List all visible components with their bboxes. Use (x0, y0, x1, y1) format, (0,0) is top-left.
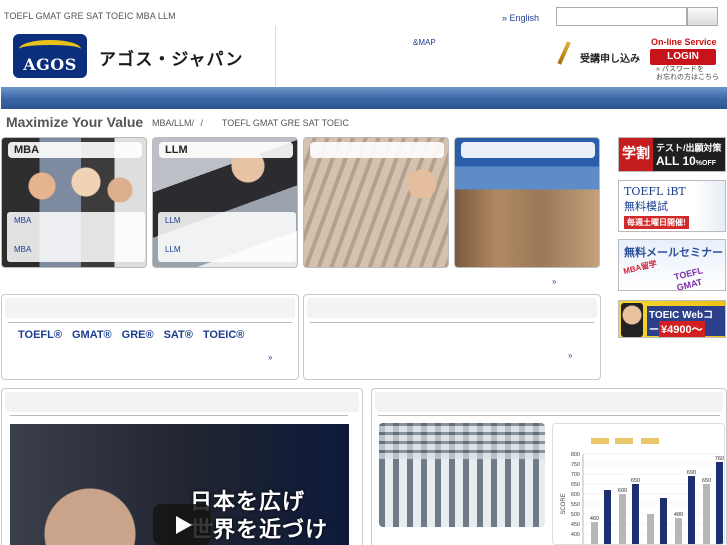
feature-title: MBA (8, 142, 142, 158)
breadcrumb: MBA/LLM/ / TOEFL GMAT GRE SAT TOEIC (152, 118, 349, 128)
apply-link[interactable]: 受講申し込み (562, 42, 640, 72)
feature-title (310, 142, 444, 158)
apply-label: 受講申し込み (580, 53, 640, 65)
more-arrow[interactable]: » (568, 351, 572, 360)
bar-value-label: 460 (590, 516, 599, 522)
feature-title: LLM (159, 142, 293, 158)
exam-link-toeic[interactable]: TOEIC® (203, 329, 245, 341)
bar-value-label: 650 (702, 478, 711, 484)
score-chart[interactable]: SCORE 400 450 500 550 600 650 700 750 800 460 600 48… (552, 423, 725, 545)
exam-panel: TOEFL® GMAT® GRE® SAT® TOEIC® » (1, 294, 299, 380)
bar (703, 484, 710, 544)
person-photo (621, 303, 643, 337)
breadcrumb-item[interactable]: MBA/LLM/ (152, 118, 194, 128)
pencil-icon (562, 42, 576, 72)
exam-link-gmat[interactable]: GMAT® (72, 329, 112, 341)
logo-text: AGOS (23, 55, 77, 74)
feature-tile-4[interactable] (454, 137, 600, 268)
banner-text: 無料メールセミナー (624, 247, 723, 259)
more-arrow[interactable]: » (268, 353, 272, 362)
feature-mba[interactable]: MBA MBA MBA (1, 137, 147, 268)
logo-link[interactable]: AGOS アゴス・ジャパン (1, 26, 276, 86)
online-service-label: On-line Service (651, 37, 717, 47)
feature-link[interactable]: MBA (14, 216, 31, 225)
video-player[interactable]: 日本を広げ 世界を近づける (10, 424, 349, 545)
sitemap-link[interactable]: &MAP (413, 38, 436, 47)
bar (675, 518, 682, 544)
feature-links: LLM LLM (158, 212, 296, 262)
feature-link[interactable]: MBA (14, 245, 31, 254)
feature-llm[interactable]: LLM LLM LLM (152, 137, 298, 268)
y-tick-label: 750 (571, 462, 580, 468)
banner-text: ALL 10%OFF (656, 154, 717, 168)
brand-name: アゴス・ジャパン (99, 50, 244, 69)
exam-list: TOEFL® GMAT® GRE® SAT® TOEIC® (18, 329, 244, 341)
building-photo[interactable] (379, 423, 545, 527)
legend-swatch (615, 438, 633, 444)
y-tick-label: 500 (571, 512, 580, 518)
y-tick-label: 800 (571, 452, 580, 458)
banner-text: 無料模試 (624, 200, 668, 213)
bar-value-label: 650 (631, 478, 640, 484)
feature-tile-3[interactable] (303, 137, 449, 268)
english-link[interactable]: » English (502, 13, 539, 23)
login-button[interactable]: LOGIN (650, 49, 716, 65)
main-navbar (1, 87, 727, 109)
bar-value-label: 690 (687, 470, 696, 476)
exam-link-gre[interactable]: GRE® (122, 329, 154, 341)
y-tick-label: 650 (571, 482, 580, 488)
feature-link[interactable]: LLM (165, 245, 181, 254)
header-tagline: TOEFL GMAT GRE SAT TOEIC MBA LLM (4, 11, 176, 21)
search-input[interactable] (556, 7, 687, 26)
bar (716, 462, 723, 544)
play-icon[interactable] (153, 504, 211, 545)
bar (604, 490, 611, 544)
discount-banner[interactable]: 学割 テスト/出願対策 ALL 10%OFF (618, 137, 726, 172)
more-arrow[interactable]: » (552, 277, 556, 286)
search-button[interactable] (687, 7, 718, 26)
score-chart-svg: SCORE 400 450 500 550 600 650 700 750 800 460 600 48… (561, 438, 724, 544)
y-tick-label: 450 (571, 522, 580, 528)
banner-tag: 学割 (619, 138, 653, 171)
bar (647, 514, 654, 544)
banner-text: TOEFL iBT (624, 185, 686, 198)
feature-link[interactable]: LLM (165, 216, 181, 225)
info-panel: » (303, 294, 601, 380)
page-heading: Maximize Your Value (6, 114, 144, 130)
bar (688, 476, 695, 544)
y-tick-label: 700 (571, 472, 580, 478)
forgot-password-link[interactable]: » パスワードを お忘れの方はこちら (656, 66, 719, 82)
agos-logo: AGOS (13, 34, 87, 78)
breadcrumb-separator: / (200, 118, 204, 128)
bar (660, 498, 667, 544)
toefl-mock-banner[interactable]: TOEFL iBT 無料模試 毎週土曜日開催! (618, 180, 726, 232)
y-tick-label: 400 (571, 532, 580, 538)
banner-text: TOEFL GMAT (673, 265, 704, 291)
video-caption: 日本を広げ 世界を近づける (190, 489, 329, 542)
bar-value-label: 760 (715, 456, 724, 462)
y-tick-label: 550 (571, 502, 580, 508)
bar (619, 494, 626, 544)
exam-link-sat[interactable]: SAT® (164, 329, 193, 341)
banner-text: MBA留学 (622, 258, 658, 277)
feature-links: MBA MBA (7, 212, 145, 262)
y-tick-label: 600 (571, 492, 580, 498)
feature-title (461, 142, 595, 158)
toeic-web-banner[interactable]: TOEIC Webコース ¥4900～ (618, 300, 726, 338)
exam-link-toefl[interactable]: TOEFL® (18, 329, 62, 341)
bar-value-label: 600 (618, 488, 627, 494)
bar (591, 522, 598, 544)
banner-text: 毎週土曜日開催! (624, 216, 689, 229)
legend-swatch (641, 438, 659, 444)
bar-value-label: 480 (674, 512, 683, 518)
legend-swatch (591, 438, 609, 444)
breadcrumb-item[interactable]: TOEFL GMAT GRE SAT TOEIC (222, 118, 349, 128)
banner-text: テスト/出願対策 (656, 143, 722, 153)
mail-seminar-banner[interactable]: 無料メールセミナー MBA留学 TOEFL GMAT (618, 239, 726, 291)
y-axis-label: SCORE (561, 493, 567, 514)
bar (632, 484, 639, 544)
banner-text: ¥4900～ (659, 321, 705, 337)
